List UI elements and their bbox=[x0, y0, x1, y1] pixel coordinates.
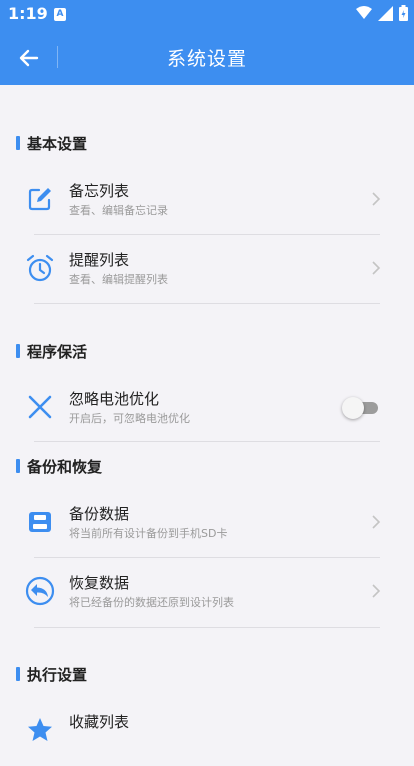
chevron-right-icon bbox=[372, 192, 381, 206]
section-title-text: 备份和恢复 bbox=[27, 457, 103, 476]
section-marker bbox=[16, 344, 20, 358]
star-icon bbox=[28, 718, 52, 741]
section-title-execution: 执行设置 bbox=[16, 665, 88, 684]
toggle-thumb bbox=[342, 397, 364, 419]
row-label: 提醒列表 bbox=[69, 251, 130, 269]
section-marker bbox=[16, 459, 20, 473]
page-title: 系统设置 bbox=[166, 48, 247, 70]
wifi-icon bbox=[356, 6, 372, 19]
chevron-right-icon bbox=[372, 515, 381, 529]
status-icons bbox=[356, 5, 408, 21]
notification-icon: A bbox=[54, 8, 66, 21]
divider bbox=[34, 303, 380, 304]
row-label: 备份数据 bbox=[69, 505, 130, 523]
settings-row-backup[interactable]: 备份数据 将当前所有设计备份到手机SD卡 bbox=[0, 490, 414, 558]
row-label: 备忘列表 bbox=[69, 182, 130, 200]
signal-icon bbox=[378, 5, 393, 21]
alarm-clock-icon bbox=[26, 254, 54, 282]
battery-optimization-toggle[interactable] bbox=[342, 396, 380, 420]
restore-arrow-icon bbox=[25, 576, 55, 606]
status-time: 1:19 bbox=[8, 4, 48, 23]
row-subtitle: 将已经备份的数据还原到设计列表 bbox=[69, 596, 234, 609]
save-disk-icon bbox=[29, 512, 51, 532]
section-title-keepalive: 程序保活 bbox=[16, 342, 88, 361]
row-label: 收藏列表 bbox=[69, 713, 130, 731]
row-label: 恢复数据 bbox=[69, 574, 130, 592]
settings-row-memo-list[interactable]: 备忘列表 查看、编辑备忘记录 bbox=[0, 167, 414, 235]
battery-icon bbox=[399, 5, 408, 21]
row-subtitle: 查看、编辑备忘记录 bbox=[69, 204, 168, 217]
settings-row-reminder-list[interactable]: 提醒列表 查看、编辑提醒列表 bbox=[0, 236, 414, 304]
chevron-right-icon bbox=[372, 261, 381, 275]
row-subtitle: 将当前所有设计备份到手机SD卡 bbox=[69, 527, 228, 540]
divider bbox=[34, 557, 380, 558]
settings-row-battery-optimization[interactable]: 忽略电池优化 开启后，可忽略电池优化 bbox=[0, 375, 414, 443]
edit-note-icon bbox=[28, 188, 51, 211]
section-title-text: 程序保活 bbox=[27, 342, 88, 361]
status-bar: 1:19 A bbox=[0, 0, 414, 30]
close-x-icon bbox=[28, 395, 52, 419]
chevron-right-icon bbox=[372, 584, 381, 598]
section-marker bbox=[16, 667, 20, 681]
divider bbox=[34, 441, 380, 442]
row-subtitle: 查看、编辑提醒列表 bbox=[69, 273, 168, 286]
row-subtitle: 开启后，可忽略电池优化 bbox=[69, 412, 190, 425]
app-bar: 系统设置 bbox=[0, 30, 414, 85]
divider bbox=[34, 627, 380, 628]
section-title-text: 基本设置 bbox=[27, 134, 88, 153]
section-marker bbox=[16, 136, 20, 150]
section-title-backup: 备份和恢复 bbox=[16, 457, 103, 476]
row-label: 忽略电池优化 bbox=[69, 390, 160, 408]
section-title-text: 执行设置 bbox=[27, 665, 88, 684]
divider bbox=[34, 234, 380, 235]
settings-row-favorites[interactable]: 收藏列表 bbox=[0, 698, 414, 766]
settings-row-restore[interactable]: 恢复数据 将已经备份的数据还原到设计列表 bbox=[0, 559, 414, 627]
section-title-basic: 基本设置 bbox=[16, 134, 88, 153]
